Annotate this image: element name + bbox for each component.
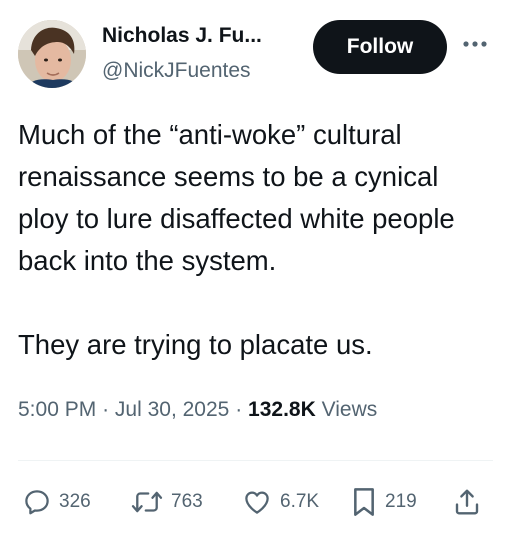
bookmark-count: 219: [385, 491, 417, 512]
like-count: 6.7K: [280, 491, 320, 512]
bookmark-button[interactable]: 219: [350, 484, 417, 520]
divider: [18, 460, 493, 461]
meta-separator: ·: [235, 398, 243, 421]
more-options-button[interactable]: [458, 32, 492, 56]
tweet-date[interactable]: Jul 30, 2025: [115, 398, 229, 421]
more-horizontal-icon: [463, 41, 487, 47]
heart-icon: [245, 491, 269, 514]
meta-separator: ·: [102, 398, 110, 421]
bookmark-icon: [354, 488, 374, 516]
author-display-name[interactable]: Nicholas J. Fu...: [102, 24, 262, 48]
repost-button[interactable]: 763: [130, 484, 203, 520]
share-button[interactable]: [452, 484, 482, 520]
reply-icon: [25, 490, 49, 515]
share-icon: [455, 489, 479, 515]
views-count: 132.8K: [248, 398, 316, 421]
action-bar: 326 763 6.7K 219: [22, 484, 492, 520]
tweet-meta: 5:00 PM · Jul 30, 2025 · 132.8K Views: [18, 398, 377, 422]
follow-button[interactable]: Follow: [313, 20, 447, 74]
like-button[interactable]: 6.7K: [241, 484, 319, 520]
reply-button[interactable]: 326: [22, 484, 91, 520]
avatar-photo: [18, 20, 86, 88]
author-handle[interactable]: @NickJFuentes: [102, 59, 251, 83]
avatar[interactable]: [18, 20, 86, 88]
reply-count: 326: [59, 491, 91, 512]
tweet-card: Nicholas J. Fu... @NickJFuentes Follow M…: [0, 0, 507, 540]
views-label: Views: [321, 398, 378, 421]
tweet-time[interactable]: 5:00 PM: [18, 398, 96, 421]
tweet-text: Much of the “anti-woke” cultural renaiss…: [18, 119, 455, 360]
repost-icon: [131, 491, 163, 513]
repost-count: 763: [171, 491, 203, 512]
